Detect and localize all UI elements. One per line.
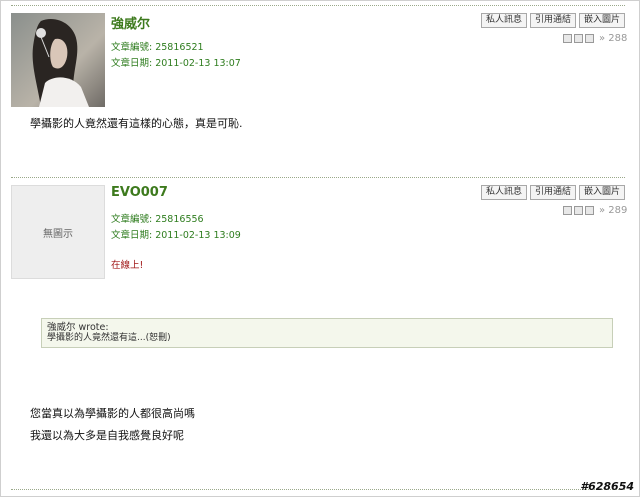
post-body: 您當真以為學攝影的人都很高尚嗎 我還以為大多是自我感覺良好呢: [30, 403, 195, 447]
quote-box: 強威尔 wrote: 學攝影的人竟然還有這...(恕刪): [41, 318, 613, 348]
quote-link-button[interactable]: 引用通結: [530, 13, 577, 28]
nav-next-icon[interactable]: [585, 206, 594, 215]
avatar[interactable]: [11, 13, 105, 107]
post-body: 學攝影的人竟然還有這樣的心態，真是可恥.: [30, 117, 243, 130]
private-message-button[interactable]: 私人訊息: [481, 185, 528, 200]
post-id: 文章編號: 25816521: [111, 42, 204, 53]
post-nav: » 289: [563, 205, 627, 216]
avatar-photo: [11, 13, 105, 107]
avatar-placeholder-label: 無圖示: [43, 228, 73, 240]
post-date: 文章日期: 2011-02-13 13:07: [111, 58, 241, 69]
quote-author: 強威尔 wrote:: [47, 322, 109, 333]
nav-next-icon[interactable]: [585, 34, 594, 43]
online-status: 在線上!: [111, 260, 144, 271]
post-body-line: 您當真以為學攝影的人都很高尚嗎: [30, 407, 195, 420]
watermark: #628654: [580, 480, 634, 493]
quote-link-button[interactable]: 引用通結: [530, 185, 577, 200]
divider: [11, 5, 625, 6]
nav-prev-icon[interactable]: [574, 206, 583, 215]
avatar-placeholder[interactable]: 無圖示: [11, 185, 105, 279]
private-message-button[interactable]: 私人訊息: [481, 13, 528, 28]
quote-text: 學攝影的人竟然還有這...(恕刪): [47, 333, 171, 343]
nav-first-icon[interactable]: [563, 206, 572, 215]
post-actions: 私人訊息 引用通結 嵌入圖片: [481, 13, 626, 28]
username[interactable]: 強威尔: [111, 13, 150, 32]
post-date: 文章日期: 2011-02-13 13:09: [111, 230, 241, 241]
divider: [11, 177, 625, 178]
post-body-line: 我還以為大多是自我感覺良好呢: [30, 429, 184, 442]
username[interactable]: EVO007: [111, 185, 168, 200]
embed-image-button[interactable]: 嵌入圖片: [579, 185, 626, 200]
nav-first-icon[interactable]: [563, 34, 572, 43]
embed-image-button[interactable]: 嵌入圖片: [579, 13, 626, 28]
post-number[interactable]: » 289: [599, 205, 627, 216]
nav-prev-icon[interactable]: [574, 34, 583, 43]
post-id: 文章編號: 25816556: [111, 214, 204, 225]
post-number[interactable]: » 288: [599, 33, 627, 44]
divider: [11, 489, 625, 490]
post-nav: » 288: [563, 33, 627, 44]
post-actions: 私人訊息 引用通結 嵌入圖片: [481, 185, 626, 200]
